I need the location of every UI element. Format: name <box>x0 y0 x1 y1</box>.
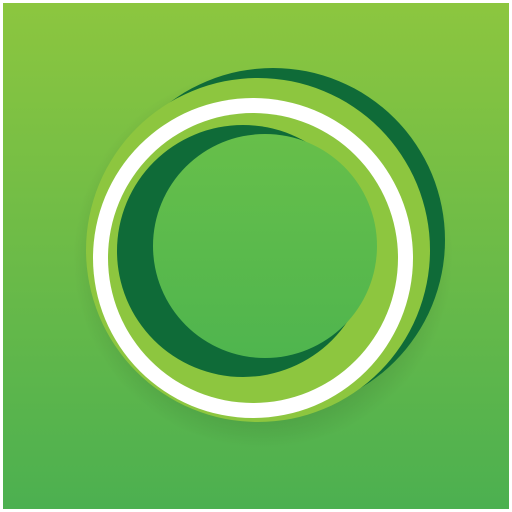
ring-logo-icon <box>3 3 509 509</box>
app-icon-tile <box>3 3 509 509</box>
app-icon-frame <box>0 0 512 512</box>
center-disc <box>153 134 377 358</box>
